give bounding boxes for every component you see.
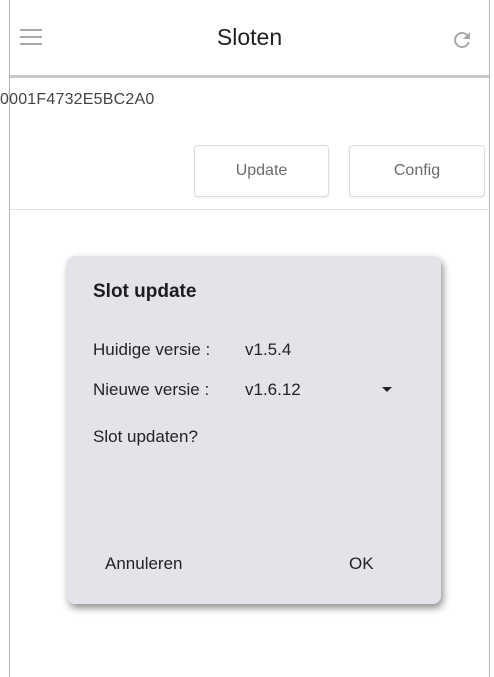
cancel-button[interactable]: Annuleren <box>105 554 183 574</box>
slot-update-dialog: Slot update Huidige versie : v1.5.4 Nieu… <box>67 256 441 604</box>
top-app-bar: Sloten <box>10 0 489 78</box>
new-version-label: Nieuwe versie : <box>93 380 210 399</box>
refresh-icon[interactable] <box>450 28 474 52</box>
app-screen: Sloten 0001F4732E5BC2A0 Update Config Sl… <box>0 0 489 677</box>
update-button[interactable]: Update <box>194 145 329 197</box>
ok-button[interactable]: OK <box>349 554 374 574</box>
config-button[interactable]: Config <box>349 145 485 197</box>
device-id-text: 0001F4732E5BC2A0 <box>0 91 155 108</box>
dropdown-arrow-icon[interactable] <box>382 387 392 392</box>
new-version-select[interactable]: v1.6.12 <box>245 380 301 400</box>
page-title: Sloten <box>216 24 283 50</box>
update-question: Slot updaten? <box>93 427 198 446</box>
current-version-label: Huidige versie : <box>93 340 211 359</box>
current-version-value: v1.5.4 <box>245 340 292 359</box>
section-divider <box>10 209 489 210</box>
frame-right-border <box>489 0 490 677</box>
dialog-title: Slot update <box>93 281 197 302</box>
